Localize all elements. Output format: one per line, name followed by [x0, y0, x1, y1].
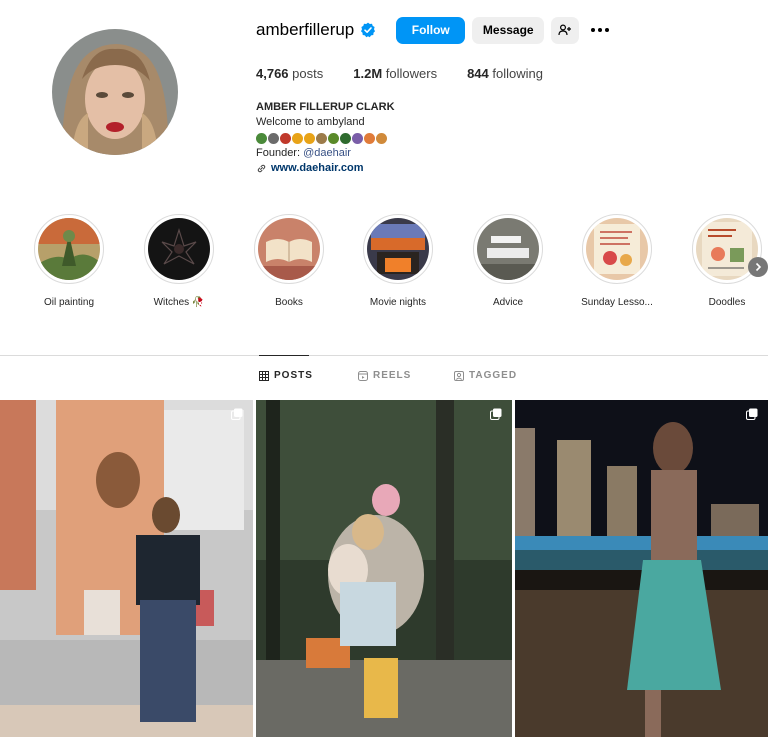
active-tab-indicator: [259, 355, 309, 356]
profile-stats: 4,766 posts 1.2M followers 844 following: [256, 66, 573, 81]
highlight-ring: [582, 214, 652, 284]
highlights-next-button[interactable]: [748, 257, 768, 277]
posts-stat: 4,766 posts: [256, 66, 323, 81]
story-highlights: Oil painting Witches 🥀 Books Movie night…: [0, 214, 768, 314]
profile-bio: AMBER FILLERUP CLARK Welcome to ambyland…: [256, 100, 395, 176]
post-thumbnail[interactable]: [0, 400, 253, 737]
highlight-oil-painting[interactable]: Oil painting: [19, 214, 119, 308]
post-image: [256, 400, 512, 737]
grid-icon: [259, 370, 269, 381]
founder-mention-link[interactable]: @daehair: [303, 147, 351, 159]
posts-label: posts: [292, 66, 324, 81]
follow-button[interactable]: Follow: [396, 16, 466, 44]
highlight-label: Advice: [492, 297, 523, 308]
tab-label: POSTS: [274, 370, 313, 381]
multiple-photos-icon: [231, 408, 243, 420]
username: amberfillerup: [256, 20, 355, 39]
following-count: 844: [467, 66, 489, 81]
highlight-ring: [363, 214, 433, 284]
highlight-label: Movie nights: [369, 297, 427, 308]
suggested-users-button[interactable]: [551, 16, 580, 44]
bio-emoji-icon: [292, 132, 303, 144]
website-row[interactable]: www.daehair.com: [256, 161, 395, 176]
tabs-divider: [0, 355, 768, 356]
bio-emoji-icon: [268, 132, 279, 144]
multiple-photos-icon: [490, 408, 502, 420]
bio-emoji-icon: [328, 132, 339, 144]
bio-emoji-icon: [280, 132, 291, 144]
tab-tagged[interactable]: TAGGED: [454, 370, 517, 381]
tab-posts[interactable]: POSTS: [259, 370, 313, 381]
message-button[interactable]: Message: [472, 16, 545, 44]
highlight-ring: [254, 214, 324, 284]
post-image: [515, 400, 768, 737]
highlight-label: Witches 🥀: [153, 297, 205, 308]
verified-badge-icon: [361, 22, 376, 38]
bio-emoji-row: [256, 131, 395, 145]
highlight-sunday-lessons[interactable]: Sunday Lesso...: [567, 214, 667, 308]
followers-stat[interactable]: 1.2M followers: [353, 66, 437, 81]
bio-emoji-icon: [376, 132, 387, 144]
post-image: [0, 400, 253, 737]
highlight-movie-nights[interactable]: Movie nights: [348, 214, 448, 308]
bio-emoji-icon: [340, 132, 351, 144]
following-stat[interactable]: 844 following: [467, 66, 543, 81]
posts-count: 4,766: [256, 66, 289, 81]
highlight-witches[interactable]: Witches 🥀: [129, 214, 229, 308]
highlight-books[interactable]: Books: [239, 214, 339, 308]
tagged-icon: [454, 370, 464, 381]
add-person-icon: [558, 24, 572, 36]
website-link[interactable]: www.daehair.com: [271, 161, 364, 176]
highlight-ring: [144, 214, 214, 284]
highlight-label: Doodles: [708, 297, 746, 308]
highlight-ring: [473, 214, 543, 284]
highlight-label: Books: [275, 297, 303, 308]
highlight-label: Sunday Lesso...: [581, 297, 653, 308]
multiple-photos-icon: [746, 408, 758, 420]
bio-emoji-icon: [364, 132, 375, 144]
post-thumbnail[interactable]: [515, 400, 768, 737]
highlight-advice[interactable]: Advice: [458, 214, 558, 308]
profile-name-row: amberfillerup Follow Message: [256, 16, 611, 44]
full-name: AMBER FILLERUP CLARK: [256, 101, 395, 113]
tab-reels[interactable]: REELS: [358, 370, 411, 381]
tab-label: REELS: [373, 370, 412, 381]
following-label: following: [492, 66, 543, 81]
bio-emoji-icon: [316, 132, 327, 144]
bio-emoji-icon: [304, 132, 315, 144]
bio-emoji-icon: [352, 132, 363, 144]
more-options-icon[interactable]: [589, 20, 611, 40]
highlight-label: Oil painting: [43, 297, 95, 308]
link-icon: [257, 164, 266, 173]
reels-icon: [358, 370, 368, 381]
tab-label: TAGGED: [469, 370, 518, 381]
followers-label: followers: [385, 66, 438, 81]
highlight-ring: [34, 214, 104, 284]
bio-emoji-icon: [256, 132, 267, 144]
bio-line: Welcome to ambyland: [256, 116, 365, 128]
chevron-right-icon: [755, 262, 762, 272]
founder-prefix: Founder:: [256, 147, 304, 159]
profile-tabs: POSTS REELS TAGGED: [0, 370, 768, 386]
profile-avatar[interactable]: [52, 29, 178, 155]
followers-count: 1.2M: [353, 66, 383, 81]
founder-line: Founder: @daehair: [256, 146, 395, 161]
post-thumbnail[interactable]: [256, 400, 512, 737]
